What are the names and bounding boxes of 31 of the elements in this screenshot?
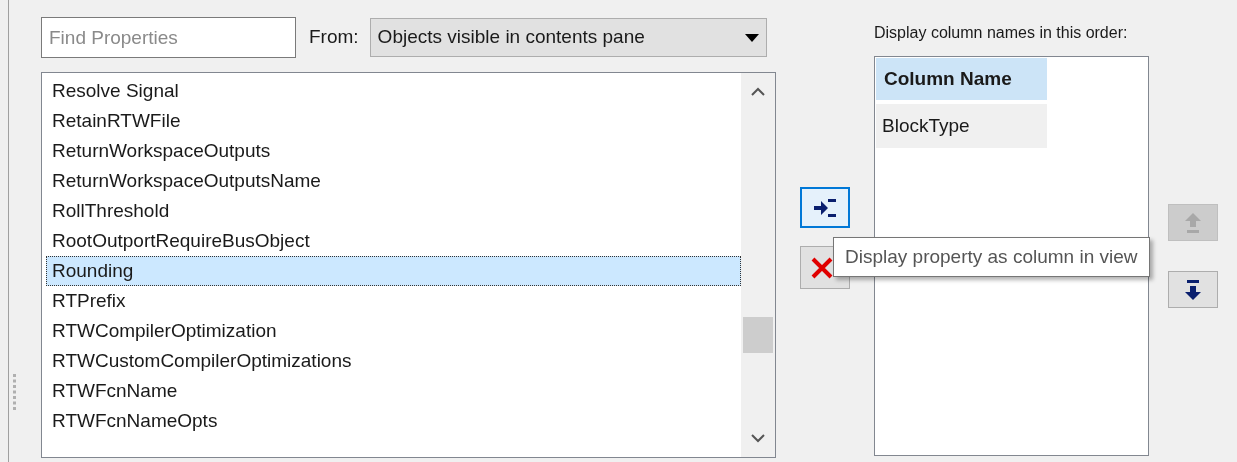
scroll-up-icon[interactable] (751, 87, 765, 96)
property-item[interactable]: RetainRTWFile (46, 106, 741, 136)
scrollbar[interactable] (741, 73, 775, 457)
property-item[interactable]: RTWFcnNameOpts (46, 406, 741, 436)
caret-icon (744, 33, 759, 42)
grip-icon[interactable] (13, 374, 17, 412)
property-item[interactable]: RootOutportRequireBusObject (46, 226, 741, 256)
property-item[interactable]: Resolve Signal (46, 76, 741, 106)
tooltip: Display property as column in view (833, 237, 1150, 277)
property-item[interactable]: Rounding (46, 256, 741, 286)
property-item[interactable]: RTWCustomCompilerOptimizations (46, 346, 741, 376)
property-item[interactable]: RTWCompilerOptimization (46, 316, 741, 346)
from-dropdown[interactable]: Objects visible in contents pane (369, 18, 767, 57)
columns-label: Display column names in this order: (874, 23, 1128, 43)
property-item[interactable]: ReturnWorkspaceOutputs (46, 136, 741, 166)
from-label: From: (309, 25, 359, 50)
up-arrow-icon (1184, 211, 1202, 234)
table-cell[interactable]: BlockType (876, 104, 1047, 148)
insert-arrow-icon (812, 196, 838, 219)
property-item[interactable]: RollThreshold (46, 196, 741, 226)
property-item[interactable]: ReturnWorkspaceOutputsName (46, 166, 741, 196)
move-down-button[interactable] (1168, 271, 1218, 308)
add-column-button[interactable] (800, 187, 850, 228)
down-arrow-icon (1184, 278, 1202, 301)
property-item[interactable]: RTWFcnName (46, 376, 741, 406)
property-item[interactable]: RTPrefix (46, 286, 741, 316)
column-header[interactable]: Column Name (876, 58, 1047, 100)
scroll-down-icon[interactable] (751, 434, 765, 443)
remove-x-icon (811, 256, 833, 279)
search-field[interactable]: Find Properties (41, 17, 296, 58)
scrollbar-thumb[interactable] (743, 317, 773, 353)
